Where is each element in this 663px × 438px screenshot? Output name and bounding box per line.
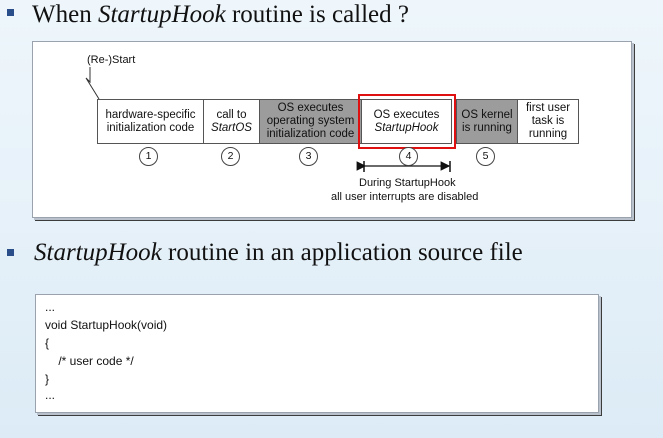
bullet-marker (7, 249, 14, 256)
startuphook-highlight (358, 94, 456, 149)
startup-sequence-diagram: (Re-)Start hardware-specific initializati… (32, 41, 632, 218)
code-line-2: void StartupHook(void) (45, 318, 168, 332)
step-box-first-task: first user task is running (517, 99, 579, 144)
step-number-4: 4 (399, 147, 418, 166)
slide-heading-2: StartupHook routine in an application so… (34, 239, 523, 266)
code-line-6: ... (45, 388, 56, 402)
code-line-1: ... (45, 300, 56, 314)
step-box-hardware-init: hardware-specific initialization code (97, 99, 204, 144)
code-line-5: } (45, 372, 50, 386)
code-line-4: /* user code */ (45, 354, 134, 368)
restart-lightning-line (85, 67, 100, 100)
slide-heading-1: When StartupHook routine is called ? (32, 1, 409, 28)
caption-line-1: During StartupHook (359, 177, 456, 189)
code-line-3: { (45, 336, 50, 350)
restart-label: (Re-)Start (87, 54, 136, 66)
step-number-3: 3 (299, 147, 318, 166)
code-snippet: ... void StartupHook(void) { /* user cod… (35, 294, 599, 413)
step-number-2: 2 (221, 147, 240, 166)
step-box-os-kernel: OS kernel is running (456, 99, 518, 144)
step-box-call-startos: call to StartOS (203, 99, 260, 144)
step-number-5: 5 (476, 147, 495, 166)
bullet-marker (7, 9, 14, 16)
caption-line-2: all user interrupts are disabled (331, 191, 479, 203)
step-number-1: 1 (139, 147, 158, 166)
step-box-os-init: OS executes operating system initializatio… (259, 99, 362, 144)
